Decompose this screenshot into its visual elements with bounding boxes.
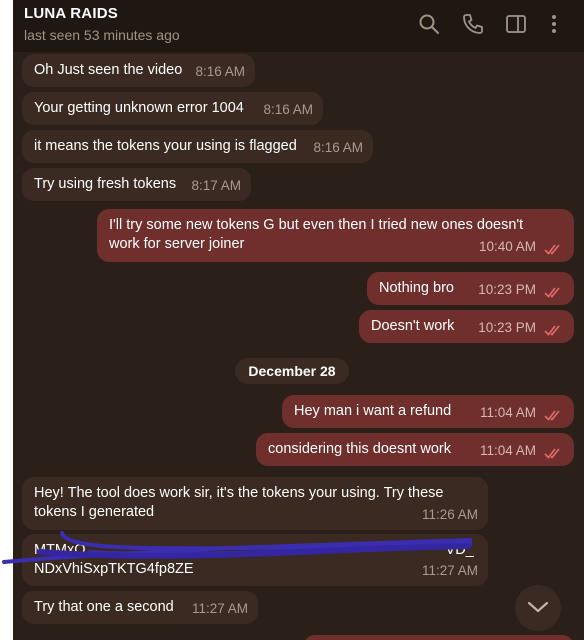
message-time: 11:04 AM [479, 443, 536, 458]
token-line-2: NDxVhiSxpTKTG4fp8ZE [34, 561, 194, 577]
message-text: I'll try some new tokens G but even then… [109, 217, 524, 252]
message-text: Try that one a second [34, 599, 174, 615]
message-incoming: Try using fresh tokens 8:17 AM [22, 168, 251, 201]
date-divider: December 28 [235, 358, 349, 384]
message-outgoing-partial [303, 635, 574, 640]
message-outgoing: Doesn't work 10:23 PM [359, 310, 574, 343]
message-incoming: Try that one a second 11:27 AM [22, 591, 258, 624]
message-outgoing: Nothing bro 10:23 PM [367, 272, 574, 305]
message-time: 11:04 AM [479, 405, 536, 420]
message-time: 8:16 AM [195, 64, 245, 79]
message-incoming: Your getting unknown error 1004 8:16 AM [22, 92, 323, 125]
message-text: Nothing bro [379, 280, 454, 296]
read-double-check-icon [544, 243, 564, 255]
message-time: 8:16 AM [263, 102, 313, 117]
read-double-check-icon [544, 286, 564, 298]
message-text: considering this doesnt work [268, 441, 451, 457]
message-outgoing: considering this doesnt work 11:04 AM [256, 433, 574, 466]
message-time: 8:16 AM [313, 140, 363, 155]
message-outgoing: Hey man i want a refund 11:04 AM [282, 395, 574, 428]
last-seen-status: last seen 53 minutes ago [24, 27, 180, 43]
message-time: 8:17 AM [191, 178, 241, 193]
chevron-down-icon [527, 601, 549, 613]
message-time: 11:27 AM [191, 601, 248, 616]
more-vertical-icon[interactable] [542, 12, 566, 36]
message-incoming: Oh Just seen the video 8:16 AM [22, 54, 255, 87]
message-incoming-token: MTMxO VD_ NDxVhiSxpTKTG4fp8ZE 11:27 AM [22, 534, 488, 586]
message-text: Oh Just seen the video [34, 62, 183, 78]
message-time: 11:27 AM [421, 563, 478, 578]
message-time: 10:40 AM [478, 239, 536, 254]
scroll-to-bottom-button[interactable] [515, 585, 561, 631]
message-text: Hey! The tool does work sir, it's the to… [34, 485, 444, 520]
left-edge-strip [0, 0, 13, 640]
read-double-check-icon [544, 447, 564, 459]
message-time: 10:23 PM [478, 320, 536, 335]
sidebar-toggle-icon[interactable] [504, 12, 528, 36]
token-line-end: VD_ [445, 542, 474, 558]
message-text: Your getting unknown error 1004 [34, 100, 244, 116]
message-text: it means the tokens your using is flagge… [34, 138, 297, 154]
search-icon[interactable] [417, 12, 441, 36]
message-time: 11:26 AM [421, 507, 478, 522]
token-line-start: MTMxO [34, 542, 86, 558]
contact-name[interactable]: LUNA RAIDS [24, 5, 118, 22]
message-text: Hey man i want a refund [294, 403, 452, 419]
phone-icon[interactable] [461, 12, 485, 36]
read-double-check-icon [544, 409, 564, 421]
message-outgoing: I'll try some new tokens G but even then… [97, 209, 574, 262]
message-time: 10:23 PM [478, 282, 536, 297]
message-text: Doesn't work [371, 318, 455, 334]
message-list[interactable]: Oh Just seen the video 8:16 AM Your gett… [13, 52, 584, 640]
read-double-check-icon [544, 324, 564, 336]
chat-header: LUNA RAIDS last seen 53 minutes ago [13, 0, 584, 52]
message-incoming: Hey! The tool does work sir, it's the to… [22, 477, 488, 530]
message-incoming: it means the tokens your using is flagge… [22, 130, 373, 163]
message-text: Try using fresh tokens [34, 176, 177, 192]
